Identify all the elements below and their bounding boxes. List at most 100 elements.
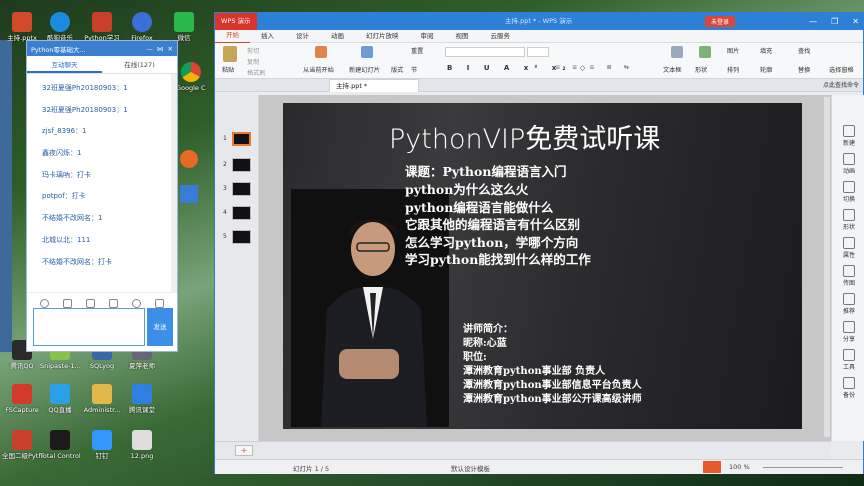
desktop-icon-pptx[interactable]: 主持.pptx (2, 12, 42, 42)
desktop-icon-total-control[interactable]: Total Control (40, 430, 80, 460)
panel-properties[interactable]: 属性 (832, 237, 864, 259)
topic-line: 学习python能找到什么样的工作 (405, 252, 591, 267)
maximize-icon[interactable]: ❐ (831, 13, 838, 30)
intro-line: 潭洲教育python事业部信息平台负责人 (463, 380, 642, 391)
reset-button[interactable]: 重置 (411, 46, 423, 55)
send-button[interactable]: 发送 (147, 308, 173, 346)
scissors-icon[interactable] (63, 299, 72, 308)
desktop-icon-png[interactable]: 12.png (122, 430, 162, 460)
new-slide-button[interactable]: 新建幻灯片 (349, 65, 380, 74)
chat-message-list[interactable]: 32班夏强Ph20180903：1 32班夏强Ph20180903：1 zjsf… (27, 74, 177, 292)
block-icon[interactable] (132, 299, 141, 308)
firefox-side-icon[interactable] (180, 150, 198, 168)
desktop-icon-wechat[interactable]: 微信 (164, 12, 204, 42)
slide-thumbnail[interactable] (232, 206, 251, 220)
play-icon[interactable] (315, 46, 327, 58)
tab-online-users[interactable]: 在线(127) (102, 56, 177, 73)
desktop-icon-tencent-class[interactable]: 腾讯课堂 (122, 384, 162, 414)
tab-cloud[interactable]: 云服务 (480, 30, 522, 43)
chat-message: potpof：打卡 (42, 192, 86, 201)
new-slide-icon[interactable] (361, 46, 373, 58)
shapes-button[interactable]: 形状 (695, 65, 707, 74)
format-painter-button[interactable]: 格式刷 (247, 68, 266, 77)
textbox-icon[interactable] (671, 46, 683, 58)
vertical-scrollbar[interactable] (824, 97, 830, 437)
app-side-icon[interactable] (180, 185, 198, 203)
tab-design[interactable]: 设计 (285, 30, 320, 43)
section-button[interactable]: 节 (411, 65, 417, 74)
desktop-icon-administrator[interactable]: Administr... (82, 384, 122, 414)
add-slide-icon[interactable]: + (235, 445, 253, 456)
paragraph-buttons[interactable]: ≡ ≡ ≡ ≣ ⇆ (555, 64, 634, 71)
intro-line: 潭洲教育python事业部 负责人 (463, 366, 606, 377)
edit-icon[interactable] (109, 299, 118, 308)
image-icon[interactable] (86, 299, 95, 308)
paste-button[interactable]: 粘贴 (222, 65, 234, 74)
desktop-icon-qq-live[interactable]: QQ直播 (40, 384, 80, 414)
thumb-number: 4 (223, 209, 227, 216)
close-icon[interactable]: ✕ (852, 13, 859, 30)
desktop-icon-firefox[interactable]: Firefox (122, 12, 162, 42)
slide-thumbnail[interactable] (232, 230, 251, 244)
tab-animation[interactable]: 动画 (320, 30, 355, 43)
topic-line: python为什么这么火 (405, 182, 529, 197)
tab-view[interactable]: 视图 (445, 30, 480, 43)
tab-insert[interactable]: 插入 (250, 30, 285, 43)
document-tab[interactable]: 主持.ppt * (329, 79, 419, 92)
slide-editing-area[interactable]: PythonVIP免费试听课 课题：Python编程语言入门 python为什么… (259, 95, 831, 441)
slide-thumbnail-pane: 1 2 3 4 5 (215, 95, 259, 441)
panel-animation[interactable]: 动画 (832, 153, 864, 175)
chat-input[interactable] (33, 308, 145, 346)
desktop-icon-exam-pdf[interactable]: 全国二级Python考... (2, 430, 42, 460)
tab-home[interactable]: 开始 (215, 29, 250, 44)
shapes-icon[interactable] (699, 46, 711, 58)
desktop-icon-chrome[interactable]: Google Chrome (176, 62, 206, 92)
cut-button[interactable]: 剪切 (247, 46, 259, 55)
arrange-button[interactable]: 排列 (727, 65, 739, 74)
close-icon[interactable]: ✕ (168, 45, 173, 53)
from-current-button[interactable]: 从当前开始 (303, 65, 334, 74)
font-size-select[interactable] (527, 47, 549, 57)
panel-upload[interactable]: 传图 (832, 265, 864, 287)
zoom-slider[interactable] (763, 467, 843, 468)
minimize-icon[interactable]: — (809, 13, 817, 30)
desktop-icon-dingtalk[interactable]: 钉钉 (82, 430, 122, 460)
slide-thumbnail[interactable] (232, 132, 251, 146)
find-button[interactable]: 查找 (798, 46, 810, 55)
panel-shapes[interactable]: 形状 (832, 209, 864, 231)
font-family-select[interactable] (445, 47, 525, 57)
slideshow-play-icon[interactable] (703, 461, 721, 473)
desktop-icon-python-learn[interactable]: Python学习 (82, 12, 122, 42)
panel-transition[interactable]: 切换 (832, 181, 864, 203)
picture-button[interactable]: 图片 (727, 46, 739, 55)
panel-share[interactable]: 分享 (832, 321, 864, 343)
slide-thumbnail[interactable] (232, 182, 251, 196)
minimize-icon[interactable]: — (147, 45, 154, 53)
login-button[interactable]: 未登录 (705, 16, 736, 27)
layout-button[interactable]: 版式 (391, 65, 403, 74)
slide-canvas[interactable]: PythonVIP免费试听课 课题：Python编程语言入门 python为什么… (283, 103, 802, 429)
desktop-icon-kugou[interactable]: 酷狗音乐 (40, 12, 80, 42)
share-icon[interactable]: ⋈ (157, 45, 164, 53)
copy-button[interactable]: 复制 (247, 57, 259, 66)
replace-button[interactable]: 替换 (798, 65, 810, 74)
slide-thumbnail[interactable] (232, 158, 251, 172)
gift-icon[interactable] (155, 299, 164, 308)
textbox-button[interactable]: 文本框 (663, 65, 682, 74)
outline-button[interactable]: 轮廓 (760, 65, 772, 74)
tab-slideshow[interactable]: 幻灯片放映 (355, 30, 410, 43)
tab-review[interactable]: 审阅 (410, 30, 445, 43)
paste-icon[interactable] (223, 46, 237, 62)
desktop-icon-fscapture[interactable]: FSCapture (2, 384, 42, 414)
panel-new[interactable]: 新建 (832, 125, 864, 147)
tab-interactive-chat[interactable]: 互动聊天 (27, 56, 102, 73)
wps-logo[interactable]: WPS 演示 (215, 13, 257, 30)
command-search[interactable]: 点此查找命令 (823, 80, 859, 89)
panel-backup[interactable]: 备份 (832, 377, 864, 399)
panel-recommend[interactable]: 推荐 (832, 293, 864, 315)
select-pane-button[interactable]: 选择窗格 (829, 65, 854, 74)
fill-button[interactable]: 填充 (760, 46, 772, 55)
title-bar: WPS 演示 主持.ppt * - WPS 演示 未登录 — ❐ ✕ (215, 13, 863, 30)
panel-tools[interactable]: 工具 (832, 349, 864, 371)
emoji-icon[interactable] (40, 299, 49, 308)
